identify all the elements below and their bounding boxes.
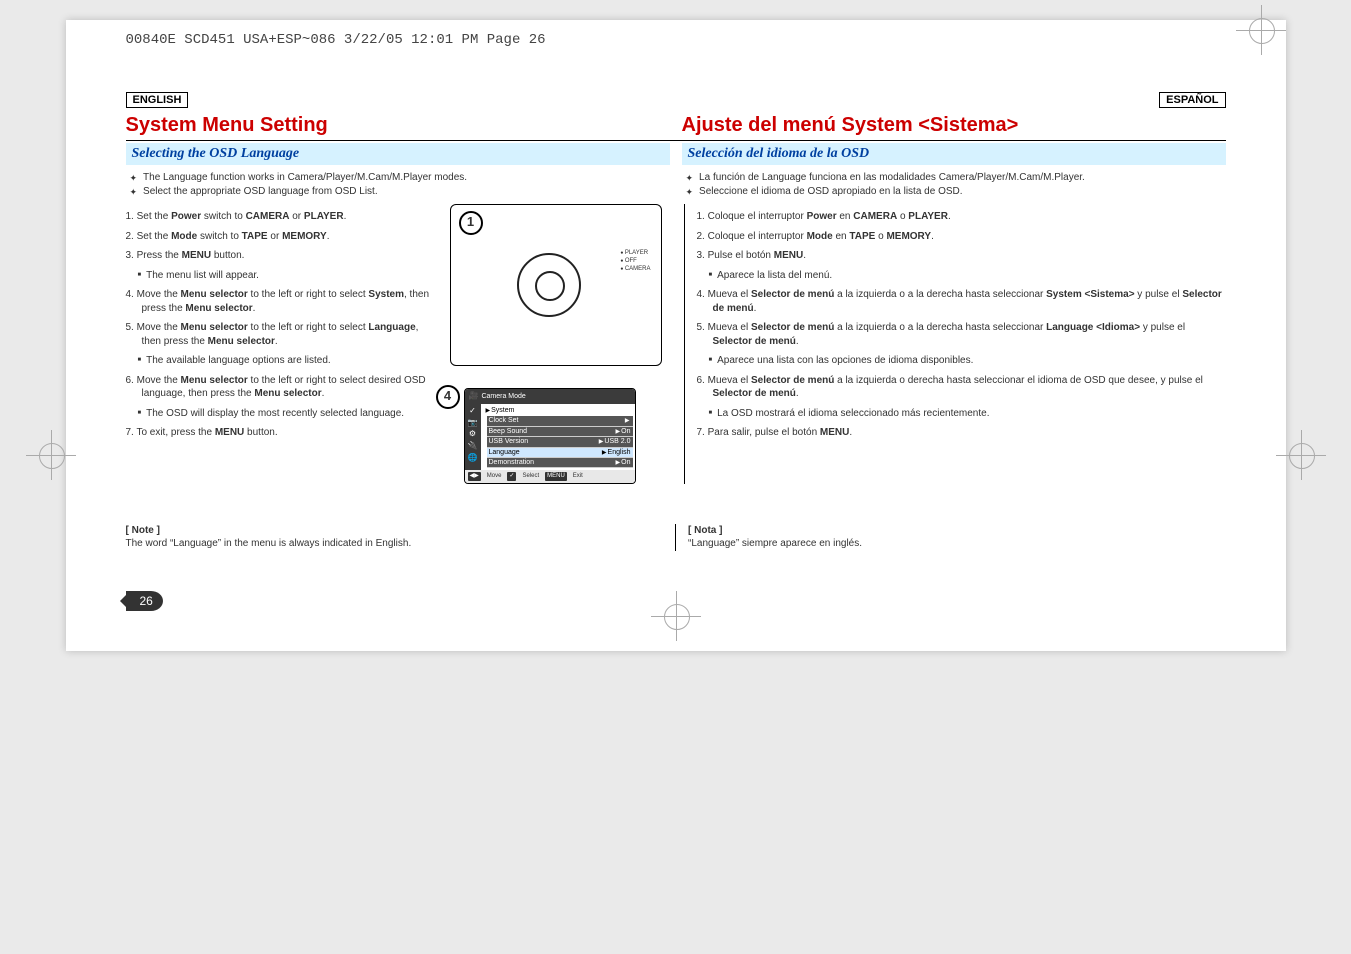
subheading-es: Selección del idioma de la OSD	[682, 143, 1226, 165]
numbered-step: 1. Coloque el interruptor Power en CAMER…	[697, 210, 1226, 224]
step-sub-bullet: The OSD will display the most recently s…	[126, 407, 436, 421]
osd-title: Camera Mode	[465, 389, 635, 404]
icon-gear: ⚙	[469, 429, 476, 440]
osd-side-icons: ✓ 📷 ⚙ 🔌 🌐	[465, 404, 481, 471]
numbered-step: 6. Mueva el Selector de menú a la izquie…	[697, 374, 1226, 401]
step-sub-bullet: The menu list will appear.	[126, 269, 436, 283]
intro-en: The Language function works in Camera/Pl…	[126, 165, 670, 198]
numbered-step: 5. Mueva el Selector de menú a la izquie…	[697, 321, 1226, 348]
intro-bullet: La función de Language funciona en las m…	[682, 171, 1226, 185]
note-text-es: “Language” siempre aparece en inglés.	[688, 537, 1226, 551]
register-mark-top	[1246, 15, 1276, 45]
numbered-step: 1. Set the Power switch to CAMERA or PLA…	[126, 210, 436, 224]
numbered-step: 3. Press the MENU button.	[126, 249, 436, 263]
icon-usb: 🔌	[468, 441, 478, 452]
osd-label-exit: Exit	[573, 472, 583, 480]
osd-footer: ◀▶ Move ✓ Select MENU Exit	[465, 470, 635, 482]
numbered-step: 3. Pulse el botón MENU.	[697, 249, 1226, 263]
steps-en: 1. Set the Power switch to CAMERA or PLA…	[126, 204, 436, 484]
icon-check: ✓	[469, 406, 476, 417]
numbered-step: 6. Move the Menu selector to the left or…	[126, 374, 436, 401]
power-switch-dial-icon	[517, 253, 581, 317]
intro-es: La función de Language funciona en las m…	[670, 165, 1226, 198]
osd-label-move: Move	[487, 472, 502, 480]
icon-lang: 🌐	[468, 453, 478, 464]
page-number-badge: 26	[126, 591, 163, 611]
step-sub-bullet: The available language options are liste…	[126, 354, 436, 368]
steps-es: 1. Coloque el interruptor Power en CAMER…	[684, 204, 1226, 484]
osd-menu-item: Beep SoundOn	[487, 427, 633, 437]
numbered-step: 5. Move the Menu selector to the left or…	[126, 321, 436, 348]
osd-label-select: Select	[522, 472, 539, 480]
figure-1-power-switch: 1 PLAYEROFFCAMERA	[450, 204, 662, 366]
mode-label: CAMERA	[620, 265, 650, 273]
osd-menu-item: USB VersionUSB 2.0	[487, 437, 633, 447]
note-en: [ Note ] The word “Language” in the menu…	[126, 524, 677, 551]
register-mark-bottom	[661, 601, 691, 631]
figures-column: 1 PLAYEROFFCAMERA 4 Camera Mode ✓ 📷 ⚙	[436, 204, 676, 484]
step-sub-bullet: La OSD mostrará el idioma seleccionado m…	[697, 407, 1226, 421]
intro-bullet: The Language function works in Camera/Pl…	[126, 171, 670, 185]
figure-4-osd-menu: 4 Camera Mode ✓ 📷 ⚙ 🔌 🌐 System	[436, 388, 676, 484]
section-title-en: System Menu Setting	[126, 114, 670, 137]
intro-bullet: Seleccione el idioma de OSD apropiado en…	[682, 185, 1226, 199]
mode-label: PLAYER	[620, 249, 650, 257]
note-title-es: [ Nota ]	[688, 524, 1226, 538]
intro-bullet: Select the appropriate OSD language from…	[126, 185, 670, 199]
lang-label-english: ENGLISH	[126, 92, 189, 108]
osd-key-menu: MENU	[545, 472, 567, 480]
header-file-info: 00840E SCD451 USA+ESP~086 3/22/05 12:01 …	[126, 30, 1226, 52]
step-sub-bullet: Aparece la lista del menú.	[697, 269, 1226, 283]
osd-item-list: Clock SetBeep SoundOnUSB VersionUSB 2.0L…	[487, 416, 633, 468]
osd-key-move: ◀▶	[468, 472, 481, 480]
mode-label: OFF	[620, 257, 650, 265]
numbered-step: 7. Para salir, pulse el botón MENU.	[697, 426, 1226, 440]
osd-menu-item: LanguageEnglish	[487, 448, 633, 458]
subheading-en: Selecting the OSD Language	[126, 143, 670, 165]
numbered-step: 4. Move the Menu selector to the left or…	[126, 288, 436, 315]
figure-1-number: 1	[459, 211, 483, 235]
osd-key-select: ✓	[507, 472, 516, 480]
numbered-step: 7. To exit, press the MENU button.	[126, 426, 436, 440]
register-mark-right	[1286, 440, 1316, 470]
note-text-en: The word “Language” in the menu is alway…	[126, 537, 664, 551]
figure-4-number: 4	[436, 385, 460, 409]
section-title-es: Ajuste del menú System <Sistema>	[670, 114, 1226, 137]
numbered-step: 2. Coloque el interruptor Mode en TAPE o…	[697, 230, 1226, 244]
note-es: [ Nota ] “Language” siempre aparece en i…	[676, 524, 1226, 551]
osd-selected-category: System	[483, 406, 518, 415]
osd-menu-item: DemonstrationOn	[487, 458, 633, 468]
note-title-en: [ Note ]	[126, 524, 664, 538]
numbered-step: 2. Set the Mode switch to TAPE or MEMORY…	[126, 230, 436, 244]
mode-switch-labels: PLAYEROFFCAMERA	[620, 249, 650, 273]
step-sub-bullet: Aparece una lista con las opciones de id…	[697, 354, 1226, 368]
icon-camera: 📷	[468, 418, 478, 429]
osd-menu-item: Clock Set	[487, 416, 633, 426]
register-mark-left	[36, 440, 66, 470]
numbered-step: 4. Mueva el Selector de menú a la izquie…	[697, 288, 1226, 315]
lang-label-espanol: ESPAÑOL	[1159, 92, 1225, 108]
